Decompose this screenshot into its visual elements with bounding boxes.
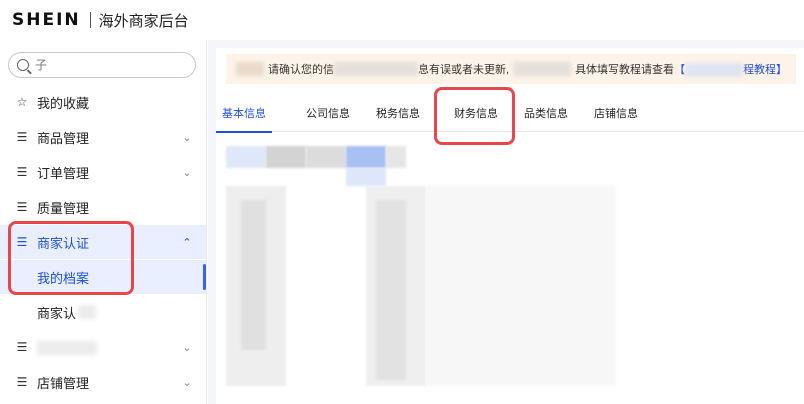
sidebar-subitem-my-profile[interactable]: 我的档案: [0, 260, 206, 294]
main-area: 请确认您的信 息有误或者未更新, 具体填写教程请查看 【程教程】 基本信息 公司…: [208, 40, 804, 404]
sidebar-item-label: 我的收藏: [37, 95, 90, 111]
sidebar-subitem-label: 商家认: [37, 305, 77, 321]
redacted-block: [226, 146, 266, 168]
sidebar-item-favorites[interactable]: ☆ 我的收藏: [0, 85, 206, 119]
list-icon: ☰: [16, 235, 28, 249]
header-title: 海外商家后台: [98, 12, 189, 30]
notice-text-1: 请确认您的信: [268, 64, 334, 76]
tab-tax-info[interactable]: 税务信息: [370, 96, 426, 132]
redacted-block: [241, 200, 266, 350]
redacted-block: [346, 168, 386, 186]
star-icon: ☆: [16, 95, 28, 109]
redacted-block: [346, 146, 386, 168]
list-icon: ☰: [16, 130, 28, 144]
sidebar-item-label: 质量管理: [37, 200, 90, 216]
app-header: SHEIN 海外商家后台: [0, 0, 804, 40]
notice-text-3: 具体填写教程请查看: [575, 64, 675, 76]
notice-banner: 请确认您的信 息有误或者未更新, 具体填写教程请查看 【程教程】: [226, 54, 796, 84]
sidebar-item-merchant-certification[interactable]: ☰ 商家认证 ⌃: [0, 225, 206, 259]
sidebar-item-label: 订单管理: [37, 165, 90, 181]
redacted-block: [386, 146, 406, 168]
tab-basic-info[interactable]: 基本信息: [216, 96, 272, 133]
redacted-block: [266, 146, 306, 168]
list-icon: ☰: [16, 200, 28, 214]
list-icon: ☰: [16, 375, 28, 389]
list-icon: ☰: [16, 165, 28, 179]
redacted-text: [37, 340, 97, 355]
chevron-up-icon: ⌃: [182, 236, 192, 249]
tab-category-info[interactable]: 品类信息: [518, 96, 574, 132]
sidebar-item-label: 商家认证: [37, 235, 90, 251]
redacted-block: [426, 186, 616, 386]
chevron-down-icon: ⌄: [182, 131, 192, 144]
header-divider: [89, 12, 91, 28]
info-tabs: 基本信息 公司信息 税务信息 财务信息 品类信息 店铺信息: [216, 96, 804, 133]
sidebar-item-orders[interactable]: ☰ 订单管理 ⌄: [0, 155, 206, 189]
chevron-down-icon: ⌄: [182, 376, 192, 389]
sidebar-item-label: [37, 339, 180, 355]
list-icon: ☰: [16, 340, 28, 354]
sidebar-item-products[interactable]: ☰ 商品管理 ⌄: [0, 120, 206, 154]
sidebar-item-redacted[interactable]: ☰ ⌄: [0, 330, 206, 364]
sidebar-item-label: 店铺管理: [37, 375, 90, 391]
tab-company-info[interactable]: 公司信息: [300, 96, 356, 132]
menu-search[interactable]: [8, 52, 196, 78]
redacted-block: [306, 146, 346, 168]
shein-logo[interactable]: SHEIN: [12, 10, 81, 30]
notice-text-2: 息有误或者未更新,: [418, 64, 510, 76]
sidebar: ☆ 我的收藏 ☰ 商品管理 ⌄ ☰ 订单管理 ⌄ ☰ 质量管理 ☰ 商家认证 ⌃…: [0, 40, 207, 404]
sidebar-item-store-management[interactable]: ☰ 店铺管理 ⌄: [0, 365, 206, 399]
redacted-text: [513, 62, 572, 76]
active-indicator: [203, 264, 206, 290]
sidebar-subitem-label: 我的档案: [37, 270, 90, 286]
sidebar-subitem-merchant-cert[interactable]: 商家认: [0, 295, 206, 329]
sidebar-item-quality[interactable]: ☰ 质量管理: [0, 190, 206, 224]
chevron-down-icon: ⌄: [182, 341, 192, 354]
redacted-text: [78, 305, 97, 319]
redacted-text: [236, 62, 264, 76]
search-icon: [17, 59, 29, 71]
tab-store-info[interactable]: 店铺信息: [588, 96, 644, 132]
redacted-text: [334, 62, 418, 76]
menu-search-input[interactable]: [35, 58, 185, 72]
sidebar-item-label: 商品管理: [37, 130, 90, 146]
tab-finance-info[interactable]: 财务信息: [448, 96, 504, 132]
basic-info-content: [216, 140, 804, 404]
redacted-block: [376, 200, 406, 380]
tutorial-link[interactable]: 【程教程】: [674, 61, 787, 78]
chevron-down-icon: ⌄: [182, 166, 192, 179]
